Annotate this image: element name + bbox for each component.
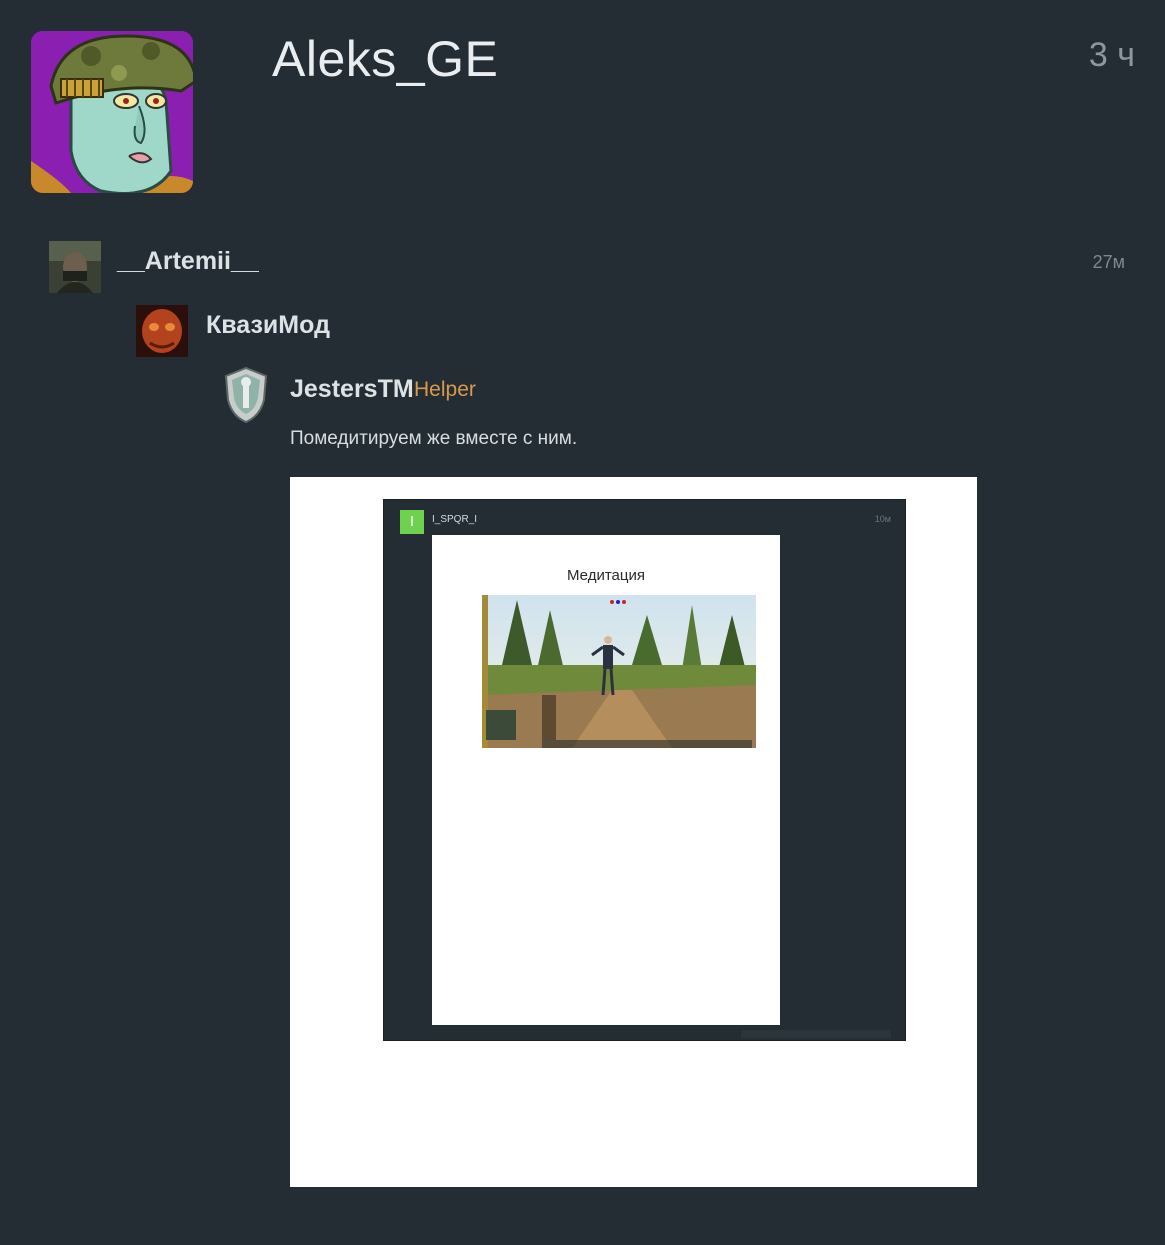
comment-avatar[interactable] [136, 305, 188, 357]
comment-text: Помедитируем же вместе с ним. [290, 428, 578, 449]
embedded-time: 10м [874, 514, 891, 524]
comment-time: 27м [1092, 252, 1125, 272]
comment-image-attachment[interactable]: I I_SPQR_I 10м Медитация [290, 477, 977, 1187]
game-screenshot-image [482, 595, 756, 748]
embedded-post-title: Медитация [567, 567, 645, 584]
embedded-username: I_SPQR_I [432, 514, 478, 525]
comment-author-name[interactable]: КвазиМод [206, 311, 330, 340]
author-avatar[interactable] [31, 31, 193, 193]
helper-badge: Helper [414, 378, 476, 401]
embedded-toolbar-strip [741, 1030, 891, 1038]
comment-avatar[interactable] [49, 241, 101, 293]
embedded-screenshot: I I_SPQR_I 10м Медитация [383, 499, 906, 1041]
embedded-post-card: Медитация [432, 535, 780, 1025]
post-author-name[interactable]: Aleks_GE [272, 30, 498, 88]
embedded-avatar: I [400, 510, 424, 534]
shield-avatar-icon[interactable] [222, 366, 270, 424]
comment-author-name[interactable]: JestersTM [290, 375, 414, 404]
post-time: 3 ч [1088, 36, 1135, 74]
comment-author-name[interactable]: __Artemii__ [117, 247, 259, 276]
